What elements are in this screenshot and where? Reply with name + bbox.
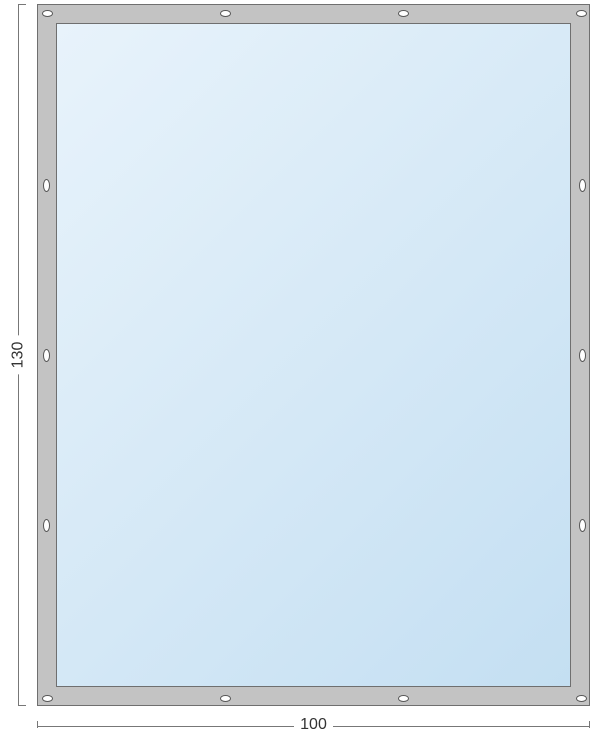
tarp-frame [37,4,590,706]
eyelet-top-2 [220,10,231,17]
eyelet-top-3 [398,10,409,17]
eyelet-left-2 [43,349,50,362]
eyelet-bottom-3 [398,695,409,702]
eyelet-top-4 [576,10,587,17]
dimension-height-label: 130 [0,4,36,706]
dimension-width-value: 100 [294,716,333,733]
eyelet-right-3 [579,519,586,532]
diagram-canvas: 100 130 [0,0,595,743]
eyelet-bottom-2 [220,695,231,702]
eyelet-left-1 [43,179,50,192]
eyelet-left-3 [43,519,50,532]
eyelet-bottom-4 [576,695,587,702]
eyelet-top-1 [42,10,53,17]
dimension-height-value: 130 [9,336,27,375]
eyelet-bottom-1 [42,695,53,702]
eyelet-right-2 [579,349,586,362]
eyelet-right-1 [579,179,586,192]
tarp-panel [56,23,571,687]
